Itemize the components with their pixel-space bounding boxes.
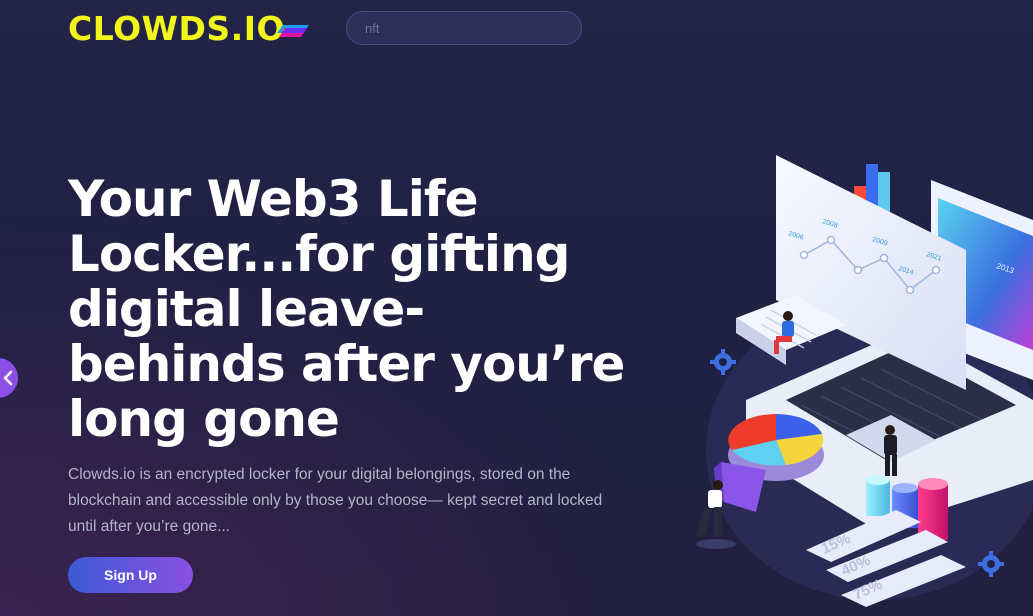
carousel-prev-button[interactable]	[0, 358, 18, 398]
search-input[interactable]	[346, 11, 582, 45]
logo-mark-icon	[277, 25, 310, 37]
chevron-left-icon	[3, 370, 13, 386]
hero-headline: Your Web3 Life Locker...for gifting digi…	[68, 170, 625, 448]
sign-up-button[interactable]: Sign Up	[68, 557, 193, 593]
brand-logo[interactable]: CLOWDS.IO	[68, 9, 310, 48]
hero-illustration: 2010 2013 2006 2008 2009 2014 2021	[696, 155, 1033, 607]
logo-text: CLOWDS.IO	[68, 9, 286, 48]
hero-description: Clowds.io is an encrypted locker for you…	[68, 466, 603, 535]
